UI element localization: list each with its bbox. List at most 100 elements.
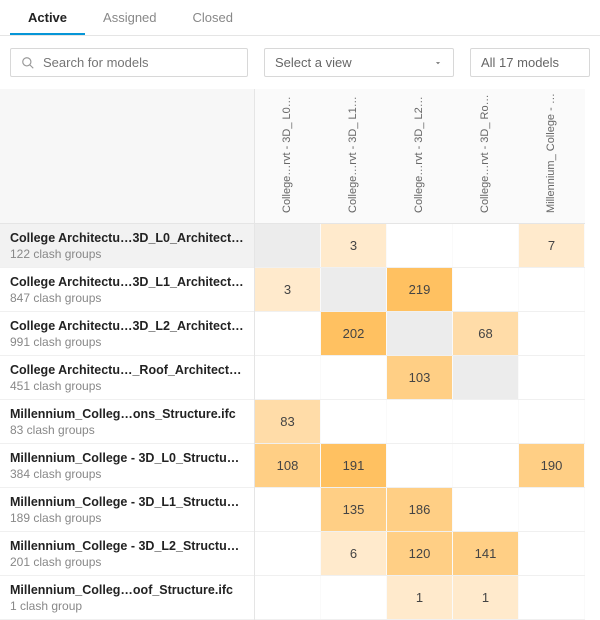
row-subtitle: 384 clash groups [10, 467, 244, 481]
row-subtitle: 991 clash groups [10, 335, 244, 349]
search-input[interactable] [43, 55, 237, 70]
matrix-cell[interactable]: 141 [453, 532, 519, 575]
search-box[interactable] [10, 48, 248, 77]
row-subtitle: 1 clash group [10, 599, 244, 613]
tab-assigned[interactable]: Assigned [85, 0, 174, 35]
column-header-label: College…rvt - 3D_ L0_Architecture [281, 93, 295, 213]
matrix-cell[interactable]: 186 [387, 488, 453, 531]
matrix-cell [255, 488, 321, 531]
row-title: Millennium_College - 3D_L1_Structure.ifc [10, 495, 244, 509]
row-title: Millennium_Colleg…ons_Structure.ifc [10, 407, 244, 421]
cells-row: 37 [255, 224, 585, 268]
column-header[interactable]: College…rvt - 3D_ L2_Architecture [387, 89, 453, 223]
column-header[interactable]: College…rvt - 3D_ L1_Architecture [321, 89, 387, 223]
matrix-cell[interactable]: 103 [387, 356, 453, 399]
column-headers: College…rvt - 3D_ L0_Architecture College… [255, 89, 585, 224]
row-header[interactable]: College Architectu…3D_L2_Architecture 991… [0, 312, 254, 356]
matrix-cell [453, 488, 519, 531]
cells-row: 6120141 [255, 532, 585, 576]
row-headers: College Architectu…3D_L0_Architecture122… [0, 89, 255, 620]
clash-matrix: College Architectu…3D_L0_Architecture122… [0, 89, 600, 620]
row-title: College Architectu…3D_L1_Architecture [10, 275, 244, 289]
matrix-corner [0, 89, 254, 224]
matrix-cell [453, 356, 519, 399]
matrix-cell[interactable]: 120 [387, 532, 453, 575]
matrix-cell[interactable]: 3 [321, 224, 387, 267]
matrix-cell [255, 576, 321, 619]
matrix-cell [387, 312, 453, 355]
row-subtitle: 847 clash groups [10, 291, 244, 305]
tabs: Active Assigned Closed [0, 0, 600, 36]
row-title: College Architectu…3D_L2_Architecture [10, 319, 244, 333]
row-subtitle: 201 clash groups [10, 555, 244, 569]
row-header[interactable]: College Architectu…3D_L1_Architecture 847… [0, 268, 254, 312]
matrix-cell [519, 268, 585, 311]
models-filter[interactable]: All 17 models [470, 48, 590, 77]
matrix-cell [387, 444, 453, 487]
matrix-cell [387, 224, 453, 267]
matrix-cell [321, 576, 387, 619]
cells-row: 202 68 [255, 312, 585, 356]
matrix-cell [255, 356, 321, 399]
view-select[interactable]: Select a view [264, 48, 454, 77]
cells-row: 83 [255, 400, 585, 444]
matrix-cell [519, 400, 585, 443]
matrix-cell [519, 532, 585, 575]
matrix-cell[interactable]: 202 [321, 312, 387, 355]
chevron-down-icon [433, 58, 443, 68]
row-header[interactable]: College Architectu…_Roof_Architecture451… [0, 356, 254, 400]
row-title: Millennium_Colleg…oof_Structure.ifc [10, 583, 244, 597]
matrix-cell [255, 532, 321, 575]
matrix-cell [453, 444, 519, 487]
matrix-cell [453, 268, 519, 311]
matrix-cell [387, 400, 453, 443]
row-header[interactable]: Millennium_College - 3D_L2_Structure.ifc… [0, 532, 254, 576]
matrix-cell[interactable]: 135 [321, 488, 387, 531]
row-title: Millennium_College - 3D_L2_Structure.ifc [10, 539, 244, 553]
column-header[interactable]: Millennium_ College - 3D_ Foundat…cture.… [519, 89, 585, 223]
cells-row: 11 [255, 576, 585, 620]
matrix-cell [519, 312, 585, 355]
matrix-cell[interactable]: 190 [519, 444, 585, 487]
matrix-cell [453, 400, 519, 443]
matrix-cell [255, 224, 321, 267]
matrix-cell[interactable]: 191 [321, 444, 387, 487]
tab-active[interactable]: Active [10, 0, 85, 35]
row-header[interactable]: Millennium_College - 3D_L1_Structure.ifc… [0, 488, 254, 532]
matrix-cell[interactable]: 7 [519, 224, 585, 267]
matrix-cell[interactable]: 1 [387, 576, 453, 619]
models-filter-label: All 17 models [481, 55, 559, 70]
column-header-label: College…rvt - 3D_ L2_Architecture [413, 93, 427, 213]
cells-row: 103 [255, 356, 585, 400]
view-select-label: Select a view [275, 55, 352, 70]
cells-row: 3 219 [255, 268, 585, 312]
row-header[interactable]: College Architectu…3D_L0_Architecture122… [0, 224, 254, 268]
column-header-label: College…rvt - 3D_ Roof_Architecture [479, 93, 493, 213]
matrix-cell[interactable]: 108 [255, 444, 321, 487]
cells-row: 135186 [255, 488, 585, 532]
matrix-cell[interactable]: 83 [255, 400, 321, 443]
row-header[interactable]: Millennium_College - 3D_L0_Structure.ifc… [0, 444, 254, 488]
matrix-cell[interactable]: 6 [321, 532, 387, 575]
matrix-cell [519, 356, 585, 399]
matrix-cell [321, 356, 387, 399]
matrix-grid: College…rvt - 3D_ L0_Architecture College… [255, 89, 585, 620]
row-title: College Architectu…3D_L0_Architecture [10, 231, 244, 245]
column-header[interactable]: College…rvt - 3D_ L0_Architecture [255, 89, 321, 223]
row-header[interactable]: Millennium_Colleg…ons_Structure.ifc 83 cl… [0, 400, 254, 444]
controls-bar: Select a view All 17 models [0, 36, 600, 89]
tab-closed[interactable]: Closed [175, 0, 251, 35]
row-subtitle: 83 clash groups [10, 423, 244, 437]
matrix-cell[interactable]: 68 [453, 312, 519, 355]
row-title: Millennium_College - 3D_L0_Structure.ifc [10, 451, 244, 465]
matrix-cell[interactable]: 3 [255, 268, 321, 311]
row-subtitle: 189 clash groups [10, 511, 244, 525]
row-header[interactable]: Millennium_Colleg…oof_Structure.ifc 1 cla… [0, 576, 254, 620]
column-header[interactable]: College…rvt - 3D_ Roof_Architecture [453, 89, 519, 223]
matrix-cell[interactable]: 219 [387, 268, 453, 311]
column-header-label: College…rvt - 3D_ L1_Architecture [347, 93, 361, 213]
row-subtitle: 451 clash groups [10, 379, 244, 393]
matrix-cell [321, 400, 387, 443]
matrix-cell [255, 312, 321, 355]
matrix-cell[interactable]: 1 [453, 576, 519, 619]
